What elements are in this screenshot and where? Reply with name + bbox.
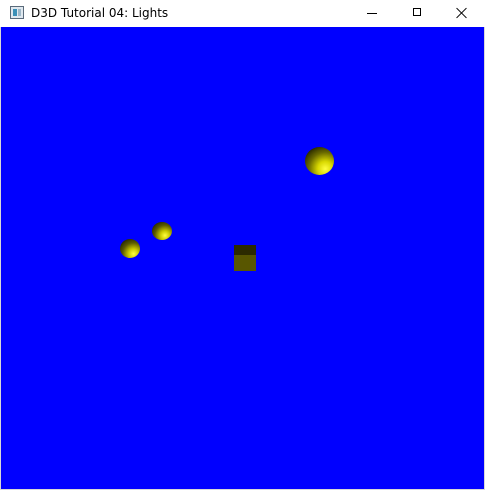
cube-front-face — [234, 255, 256, 271]
render-viewport[interactable] — [1, 27, 484, 489]
maximize-button[interactable] — [395, 0, 440, 27]
close-icon — [456, 7, 468, 19]
close-button[interactable] — [440, 0, 485, 27]
lit-cube — [234, 245, 256, 271]
maximize-icon — [413, 8, 421, 16]
lit-sphere-small — [120, 239, 140, 258]
application-window-icon[interactable] — [10, 6, 24, 19]
app-icon-pane-left — [13, 9, 17, 16]
lit-sphere-mid — [152, 222, 172, 240]
minimize-button[interactable] — [350, 0, 395, 27]
window-title: D3D Tutorial 04: Lights — [31, 6, 169, 20]
minimize-icon — [367, 13, 377, 14]
lit-sphere-large — [305, 147, 334, 175]
app-icon-pane-right — [18, 9, 21, 16]
application-window: D3D Tutorial 04: Lights — [0, 0, 485, 490]
cube-top-face — [234, 245, 256, 255]
title-bar[interactable]: D3D Tutorial 04: Lights — [0, 0, 485, 27]
